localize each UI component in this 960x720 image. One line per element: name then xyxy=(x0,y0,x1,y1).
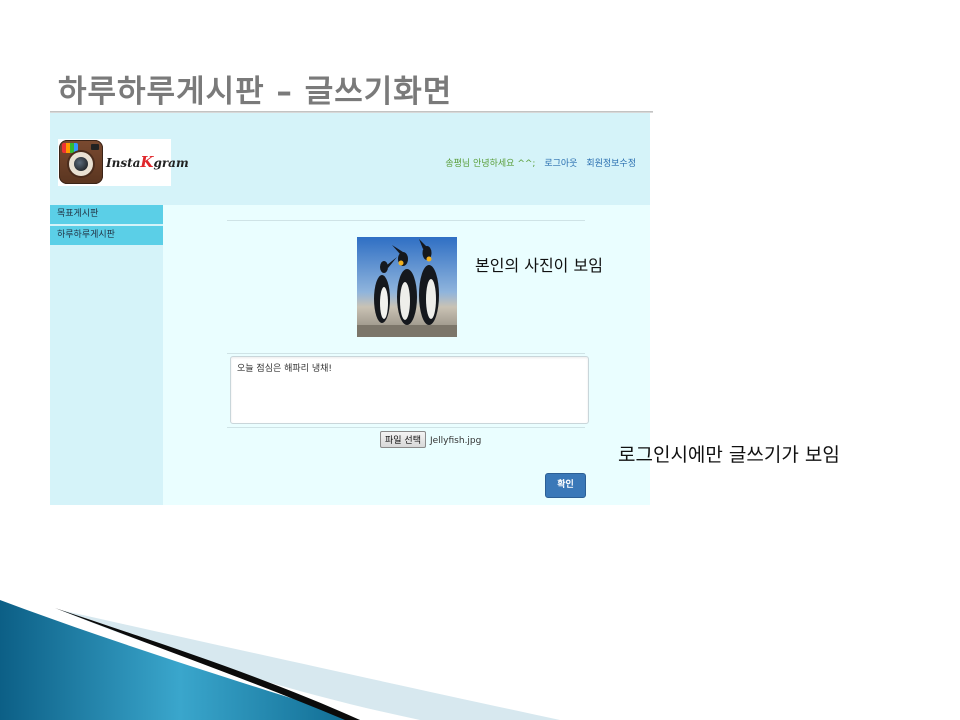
user-photo xyxy=(357,237,457,337)
logo-wordmark: InstaKgram xyxy=(106,153,189,171)
camera-icon xyxy=(59,140,103,184)
logout-link[interactable]: 로그아웃 xyxy=(544,159,577,169)
content-divider xyxy=(227,427,585,428)
greeting-text: 송평님 안녕하세요 ^^; xyxy=(445,159,536,169)
file-upload-row: 파일 선택 Jellyfish.jpg xyxy=(380,431,481,448)
confirm-button[interactable]: 확인 xyxy=(545,473,586,498)
sidebar-item-daily-board[interactable]: 하루하루게시판 xyxy=(50,226,163,247)
sidebar-item-goal-board[interactable]: 목표게시판 xyxy=(50,205,163,226)
slide-title: 하루하루게시판 – 글쓰기화면 xyxy=(58,74,453,110)
login-caption: 로그인시에만 글쓰기가 보임 xyxy=(618,444,840,466)
decorative-swoosh xyxy=(0,600,560,720)
app-header: InstaKgram 송평님 안녕하세요 ^^; 로그아웃 회원정보수정 xyxy=(50,113,650,205)
file-name: Jellyfish.jpg xyxy=(429,436,482,446)
app-window: InstaKgram 송평님 안녕하세요 ^^; 로그아웃 회원정보수정 목표게… xyxy=(50,113,650,505)
edit-profile-link[interactable]: 회원정보수정 xyxy=(586,159,636,169)
content-divider xyxy=(227,353,585,354)
choose-file-button[interactable]: 파일 선택 xyxy=(380,431,426,448)
user-nav: 송평님 안녕하세요 ^^; 로그아웃 회원정보수정 xyxy=(445,156,636,169)
post-textarea[interactable]: 오늘 점심은 해파리 냉채! xyxy=(230,356,589,424)
content-divider xyxy=(227,220,585,221)
photo-caption: 본인의 사진이 보임 xyxy=(475,256,603,275)
app-logo[interactable]: InstaKgram xyxy=(58,139,189,186)
sidebar: 목표게시판 하루하루게시판 xyxy=(50,205,163,505)
